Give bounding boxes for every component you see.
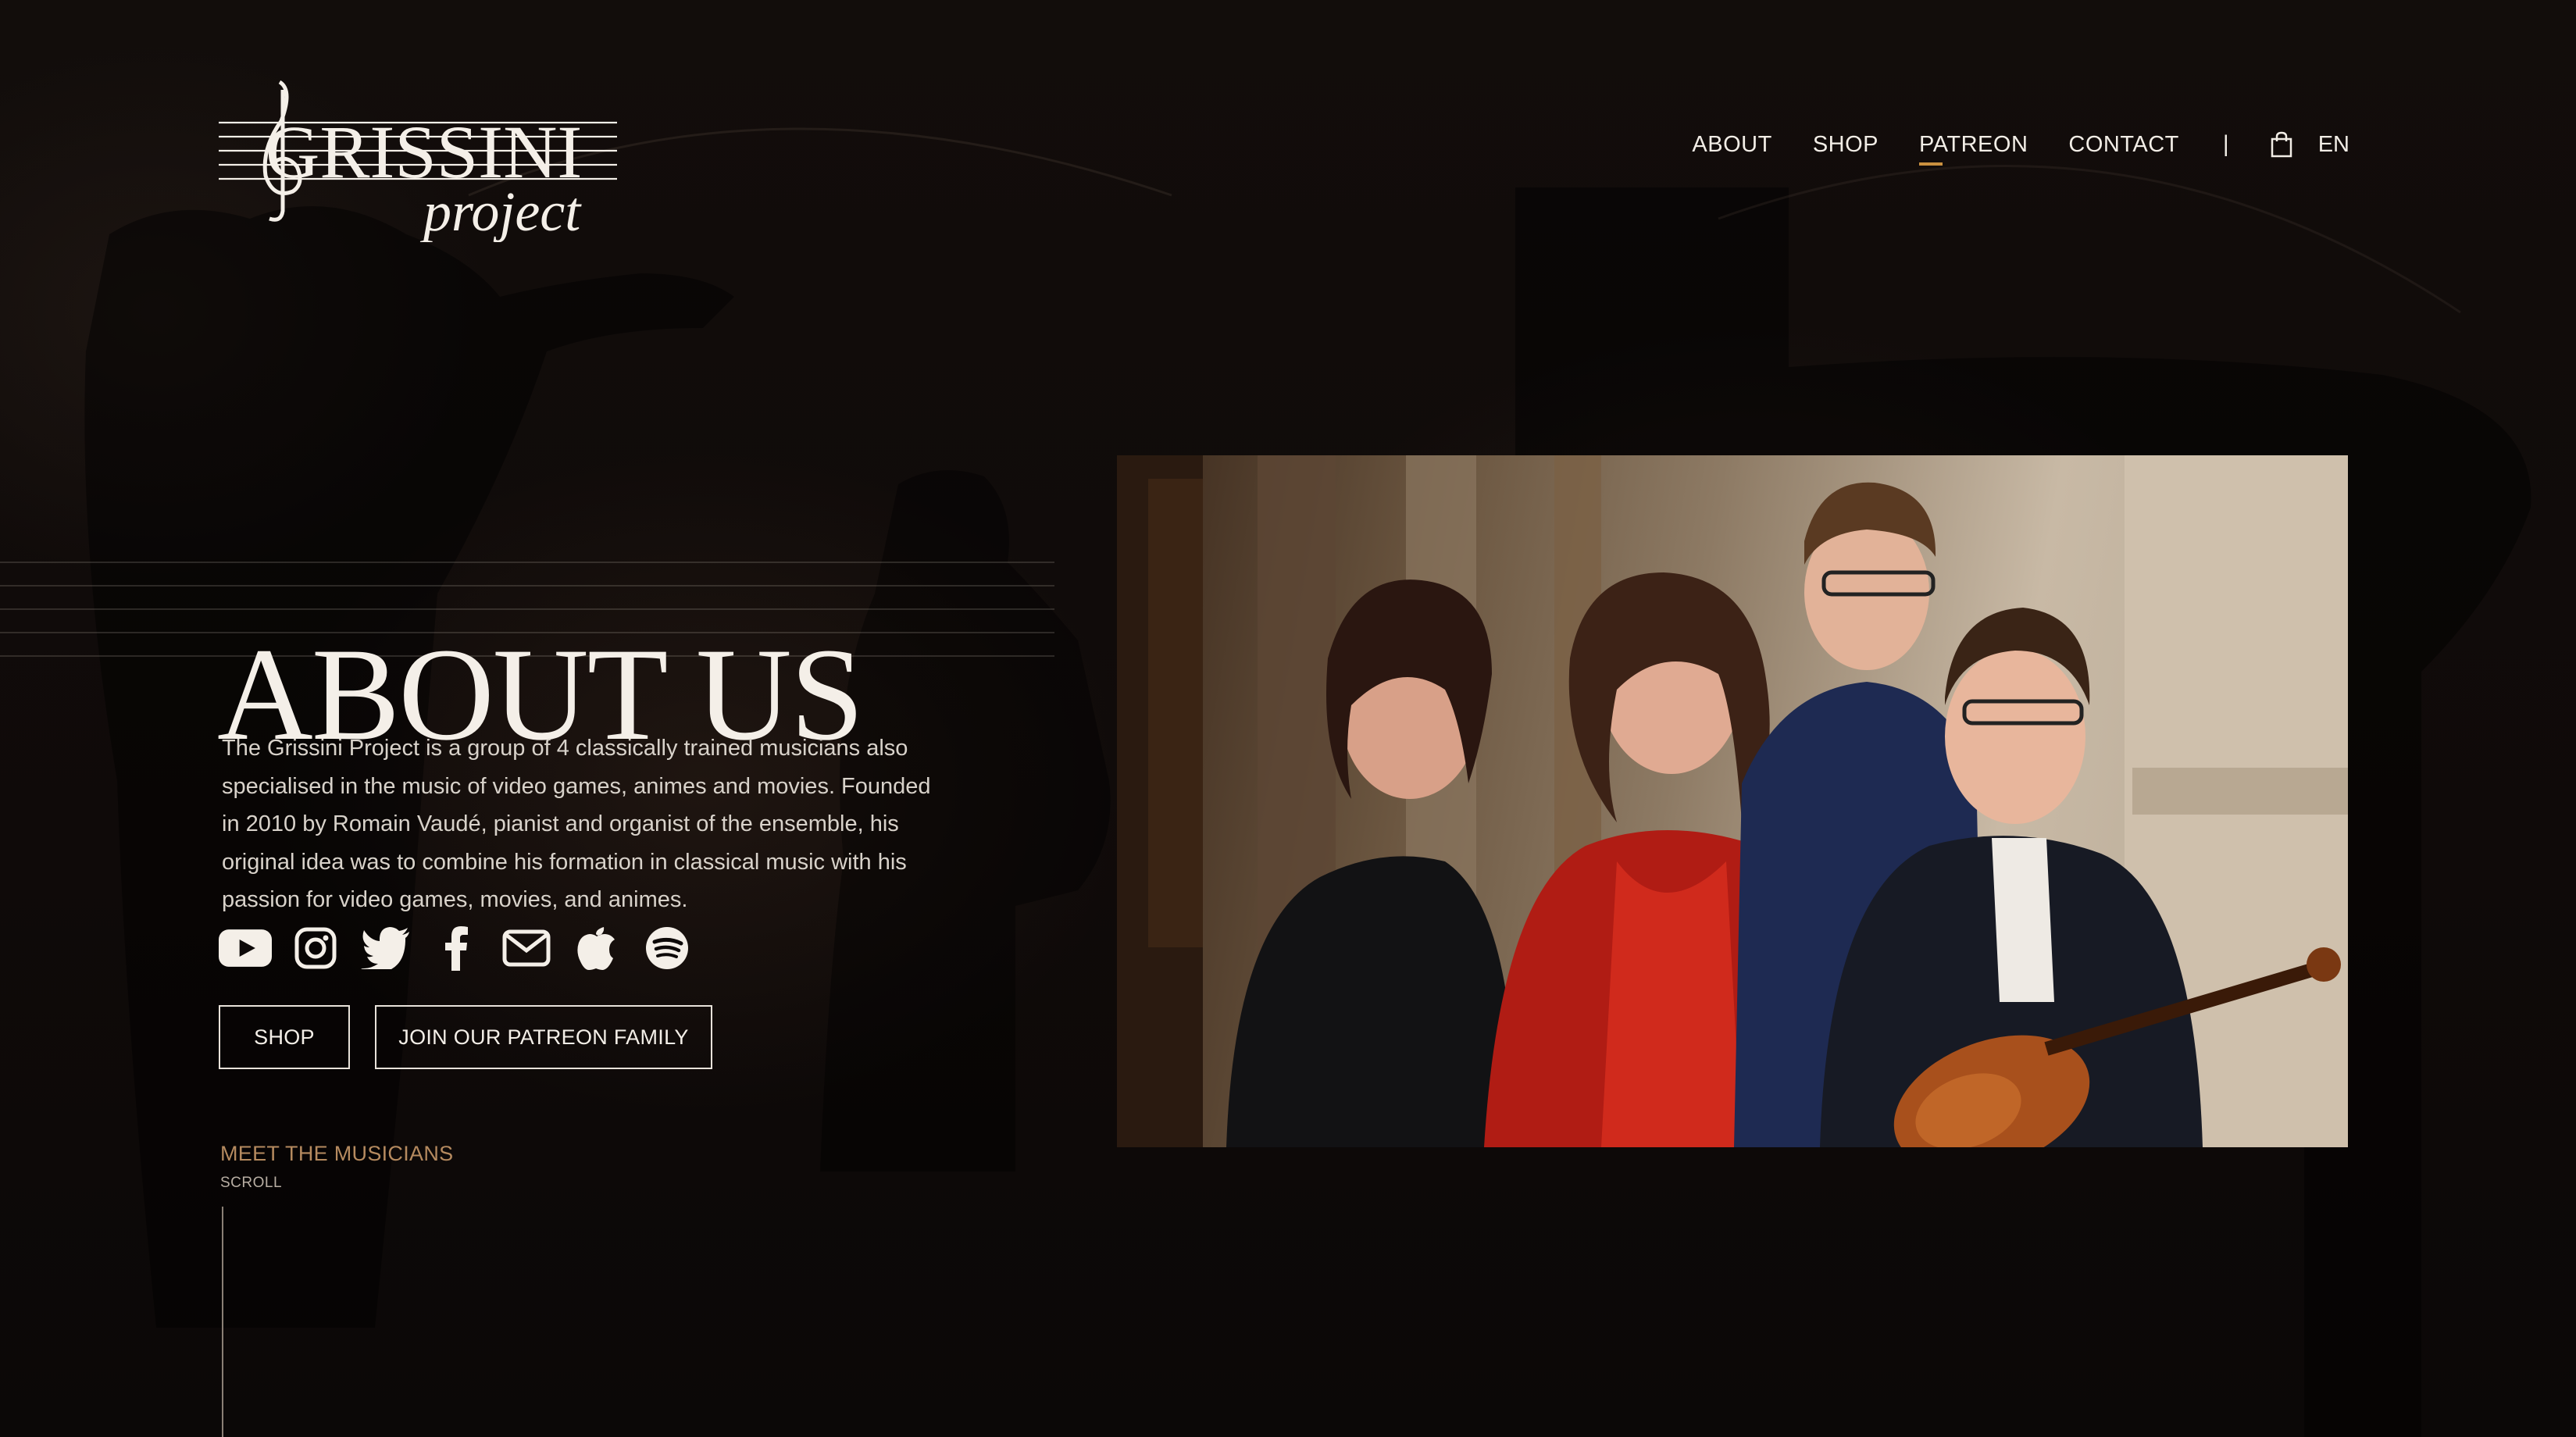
brand-logo[interactable]: GRISSINI project: [219, 74, 625, 243]
logo-tagline: project: [419, 180, 582, 242]
spotify-icon[interactable]: [640, 924, 694, 972]
scroll-indicator-line: [222, 1207, 223, 1437]
about-description: The Grissini Project is a group of 4 cla…: [222, 736, 931, 912]
nav-shop[interactable]: SHOP: [1813, 132, 1878, 158]
main-nav: ABOUT SHOP PATREON CONTACT | EN: [1651, 125, 2349, 166]
nav-separator: |: [2222, 131, 2229, 157]
shop-button[interactable]: SHOP: [219, 1005, 350, 1069]
scroll-label: SCROLL: [220, 1175, 283, 1191]
language-switcher[interactable]: EN: [2318, 132, 2349, 158]
meet-the-musicians-link[interactable]: MEET THE MUSICIANS: [220, 1142, 453, 1166]
nav-patreon[interactable]: PATREON: [1919, 132, 2028, 166]
musicians-photo: [1117, 455, 2348, 1147]
join-patreon-button[interactable]: JOIN OUR PATREON FAMILY: [375, 1005, 712, 1069]
shopping-bag-icon[interactable]: [2270, 131, 2293, 158]
youtube-icon[interactable]: [219, 924, 272, 972]
nav-contact[interactable]: CONTACT: [2068, 132, 2179, 158]
logo-graphic: GRISSINI project: [219, 80, 617, 243]
email-icon[interactable]: [500, 924, 553, 972]
twitter-icon[interactable]: [359, 924, 412, 972]
apple-icon[interactable]: [570, 924, 623, 972]
facebook-icon[interactable]: [430, 924, 483, 972]
social-links: [219, 924, 711, 972]
instagram-icon[interactable]: [289, 924, 342, 972]
nav-about[interactable]: ABOUT: [1692, 132, 1771, 158]
